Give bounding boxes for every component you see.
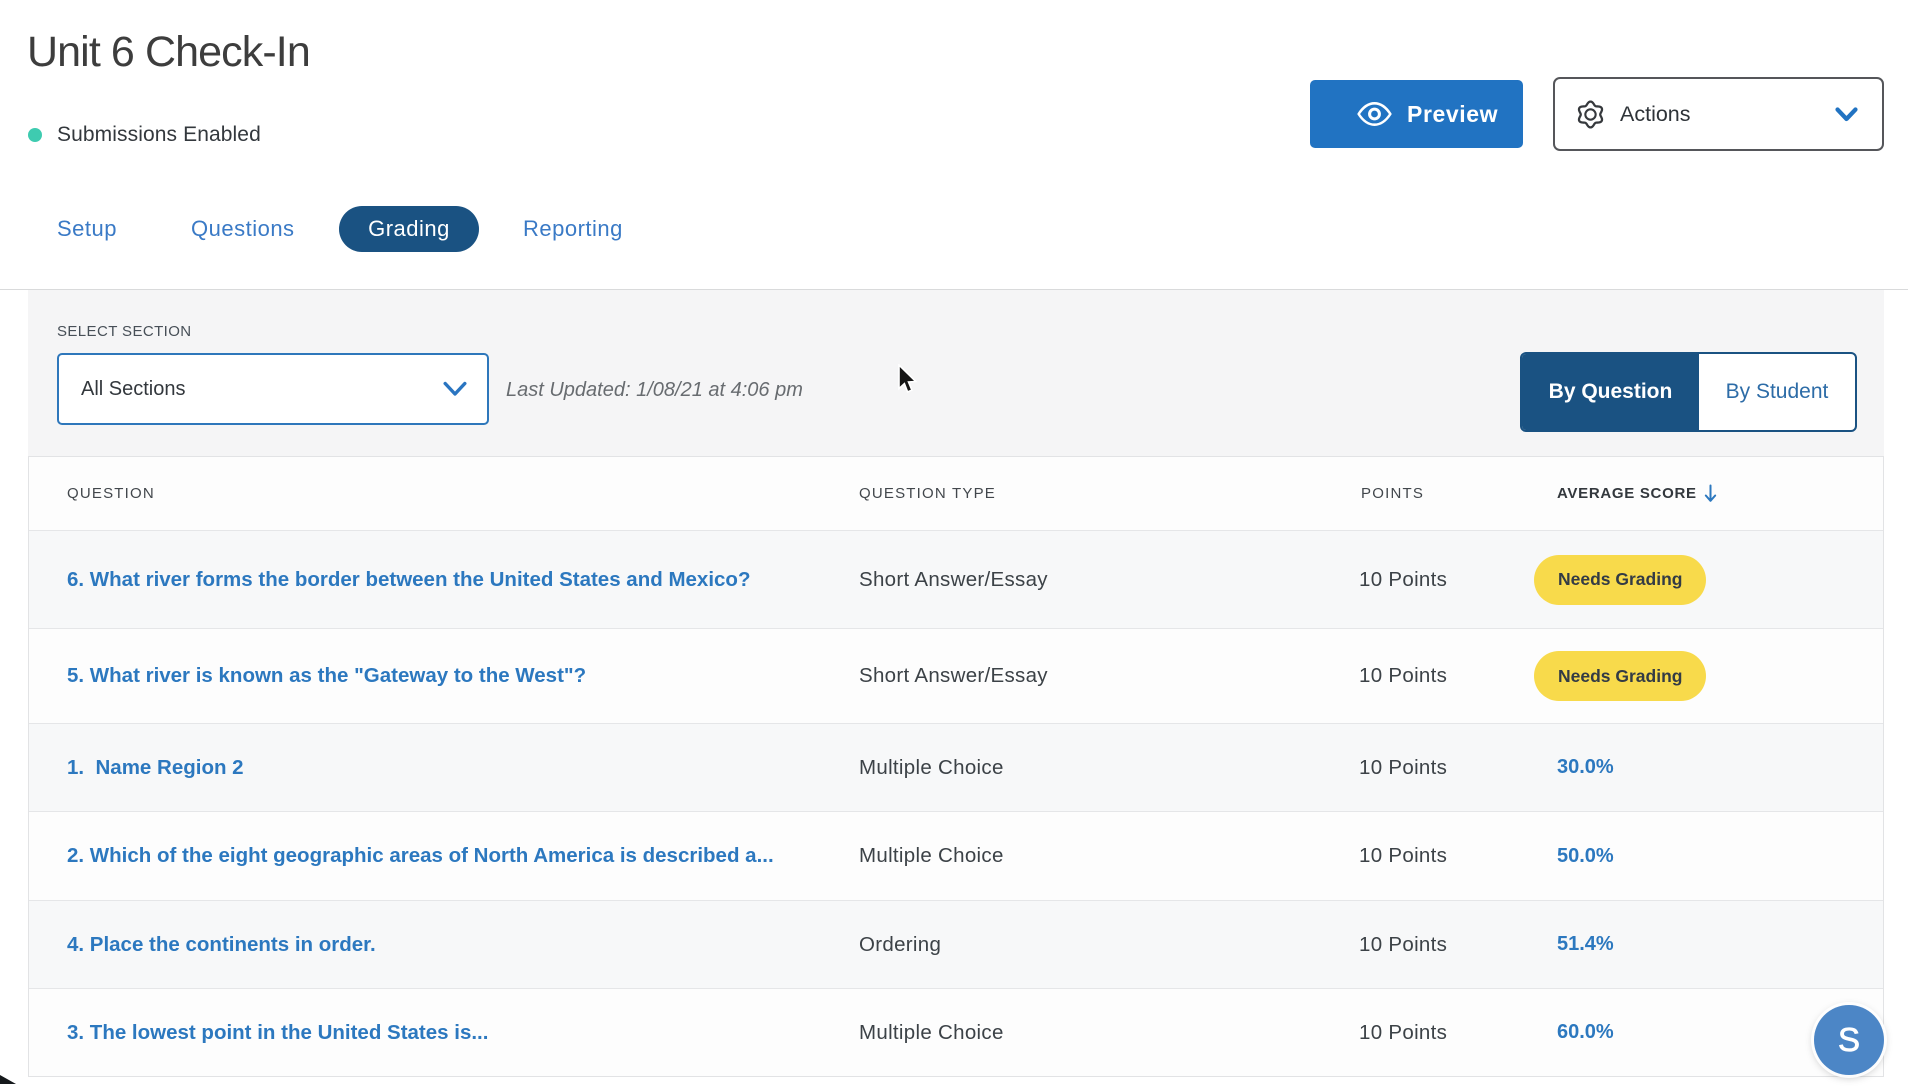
chevron-down-icon <box>1835 107 1858 122</box>
questions-table: QUESTION QUESTION TYPE POINTS AVERAGE SC… <box>28 456 1884 1077</box>
user-avatar[interactable]: S <box>1814 1005 1884 1075</box>
status-row: Submissions Enabled <box>28 123 261 147</box>
points-cell: 10 Points <box>1359 568 1447 592</box>
mouse-cursor-icon <box>897 364 919 396</box>
question-link[interactable]: 2. Which of the eight geographic areas o… <box>67 844 774 868</box>
points-cell: 10 Points <box>1359 756 1447 780</box>
column-points: POINTS <box>1361 485 1424 502</box>
table-row: 4. Place the continents in order. Orderin… <box>29 900 1883 988</box>
average-score-cell: 50.0% <box>1557 845 1614 868</box>
question-link[interactable]: 1. Name Region 2 <box>67 756 244 780</box>
select-section-label: SELECT SECTION <box>57 323 192 340</box>
points-cell: 10 Points <box>1359 844 1447 868</box>
question-link[interactable]: 5. What river is known as the "Gateway t… <box>67 664 586 688</box>
status-label: Submissions Enabled <box>57 123 261 147</box>
preview-label: Preview <box>1407 101 1498 128</box>
question-link[interactable]: 4. Place the continents in order. <box>67 933 376 957</box>
table-header-row: QUESTION QUESTION TYPE POINTS AVERAGE SC… <box>29 457 1883 530</box>
points-cell: 10 Points <box>1359 933 1447 957</box>
average-score-cell: 51.4% <box>1557 933 1614 956</box>
needs-grading-badge: Needs Grading <box>1534 651 1706 701</box>
last-updated-text: Last Updated: 1/08/21 at 4:06 pm <box>506 354 803 426</box>
status-dot-icon <box>28 128 42 142</box>
average-score-cell: 30.0% <box>1557 756 1614 779</box>
table-row: 2. Which of the eight geographic areas o… <box>29 811 1883 900</box>
tab-questions[interactable]: Questions <box>191 206 295 252</box>
needs-grading-badge: Needs Grading <box>1534 555 1706 605</box>
eye-icon <box>1357 101 1392 127</box>
toggle-by-question[interactable]: By Question <box>1522 354 1699 430</box>
actions-button[interactable]: Actions <box>1553 77 1884 151</box>
view-toggle: By Question By Student <box>1520 352 1857 432</box>
gear-icon <box>1576 100 1605 129</box>
question-type-cell: Multiple Choice <box>859 756 1004 780</box>
question-link[interactable]: 3. The lowest point in the United States… <box>67 1021 488 1045</box>
preview-button[interactable]: Preview <box>1310 80 1523 148</box>
table-row: 1. Name Region 2 Multiple Choice 10 Points… <box>29 723 1883 811</box>
tab-setup[interactable]: Setup <box>57 206 117 252</box>
avatar-initial: S <box>1838 1021 1860 1059</box>
column-average-score-label: AVERAGE SCORE <box>1557 485 1697 502</box>
question-type-cell: Short Answer/Essay <box>859 568 1048 592</box>
column-average-score[interactable]: AVERAGE SCORE <box>1557 484 1718 503</box>
chevron-down-icon <box>443 381 467 397</box>
toggle-by-student[interactable]: By Student <box>1699 354 1855 430</box>
points-cell: 10 Points <box>1359 1021 1447 1045</box>
question-link[interactable]: 6. What river forms the border between t… <box>67 568 750 592</box>
actions-label: Actions <box>1620 102 1691 127</box>
corner-cursor-fragment <box>0 1071 16 1089</box>
tab-grading[interactable]: Grading <box>339 206 479 252</box>
question-type-cell: Multiple Choice <box>859 1021 1004 1045</box>
column-question: QUESTION <box>67 485 155 502</box>
page-title: Unit 6 Check-In <box>27 28 310 77</box>
question-type-cell: Multiple Choice <box>859 844 1004 868</box>
table-row: 6. What river forms the border between t… <box>29 530 1883 628</box>
points-cell: 10 Points <box>1359 664 1447 688</box>
table-row: 3. The lowest point in the United States… <box>29 988 1883 1076</box>
tab-bar: Setup Questions Grading Reporting <box>0 206 1000 252</box>
section-select[interactable]: All Sections <box>57 353 489 425</box>
tab-reporting[interactable]: Reporting <box>523 206 623 252</box>
table-row: 5. What river is known as the "Gateway t… <box>29 628 1883 723</box>
question-type-cell: Short Answer/Essay <box>859 664 1048 688</box>
sort-descending-icon <box>1703 484 1718 503</box>
question-type-cell: Ordering <box>859 933 941 957</box>
column-question-type: QUESTION TYPE <box>859 485 996 502</box>
average-score-cell: 60.0% <box>1557 1021 1614 1044</box>
section-select-value: All Sections <box>81 378 186 401</box>
